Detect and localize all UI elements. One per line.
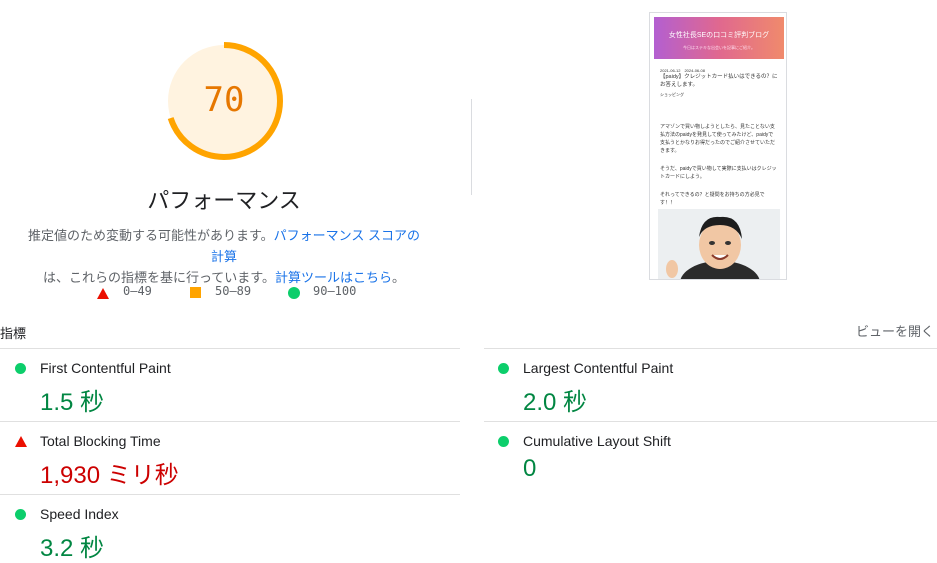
calculator-link[interactable]: 計算ツールはこちら (275, 270, 392, 285)
status-good-icon (15, 509, 26, 520)
screenshot-paragraph-3: それってできるの？と疑問をお持ちの方必見です！！ (660, 192, 765, 206)
description-prefix: 推定値のため変動する可能性があります。 (27, 228, 274, 243)
legend-range-poor: 0–49 (123, 284, 152, 298)
legend-range-good: 90–100 (313, 284, 357, 298)
metric-tbt-name: Total Blocking Time (40, 433, 161, 449)
metric-cls-value: 0 (523, 455, 537, 482)
performance-score: 70 (203, 80, 245, 120)
divider (484, 348, 937, 349)
expand-view-toggle[interactable]: ビューを開く (856, 321, 934, 340)
status-poor-icon (15, 436, 27, 447)
description-middle: は、これらの指標を基に行っています。 (42, 270, 276, 285)
metric-si-value: 3.2 秒 (40, 535, 105, 562)
status-good-icon (498, 436, 509, 447)
status-good-icon (15, 363, 26, 374)
description-suffix: 。 (392, 270, 406, 285)
orange-square-icon (190, 287, 201, 298)
score-description: 推定値のため変動する可能性があります。パフォーマンス スコアの計算 は、これらの… (26, 225, 422, 288)
divider (0, 494, 460, 495)
metric-lcp-value: 2.0 秒 (523, 389, 588, 416)
screenshot-paragraph-1: アマゾンで買い物しようとしたら、見たことない支払方法のpaidyを発見して使って… (660, 124, 776, 154)
final-screenshot[interactable]: 女性社長SEの口コミ評判ブログ 今日はステキな出会いを記事にご紹介。 2021-… (649, 12, 787, 280)
screenshot-site-title: 女性社長SEの口コミ評判ブログ (668, 32, 770, 39)
screenshot-site-subtitle: 今日はステキな出会いを記事にご紹介。 (683, 45, 755, 50)
performance-title: パフォーマンス (147, 188, 301, 213)
status-good-icon (498, 363, 509, 374)
divider (0, 348, 460, 349)
screenshot-post-title: 【paidy】クレジットカード払いはできるの？にお答えします。 (660, 74, 778, 88)
legend-range-average: 50–89 (215, 284, 252, 298)
metric-cls-name: Cumulative Layout Shift (523, 433, 671, 449)
screenshot-photo (658, 209, 780, 279)
metric-fcp-name: First Contentful Paint (40, 360, 171, 376)
screenshot-header: 女性社長SEの口コミ評判ブログ 今日はステキな出会いを記事にご紹介。 (654, 17, 784, 59)
screenshot-paragraph-2: そうだ、paidyで買い物して実際に支払いはクレジットカードにしよう。 (660, 166, 777, 180)
metric-si-name: Speed Index (40, 506, 119, 522)
metric-fcp-value: 1.5 秒 (40, 389, 105, 416)
metric-tbt-value: 1,930 ミリ秒 (40, 462, 179, 489)
vertical-divider (471, 99, 472, 195)
metrics-heading: 指標 (0, 326, 27, 341)
screenshot-category: ショッピング (660, 92, 684, 97)
green-circle-icon (288, 287, 300, 299)
red-triangle-icon (97, 288, 109, 299)
divider (0, 421, 460, 422)
metric-lcp-name: Largest Contentful Paint (523, 360, 674, 376)
divider (484, 421, 937, 422)
